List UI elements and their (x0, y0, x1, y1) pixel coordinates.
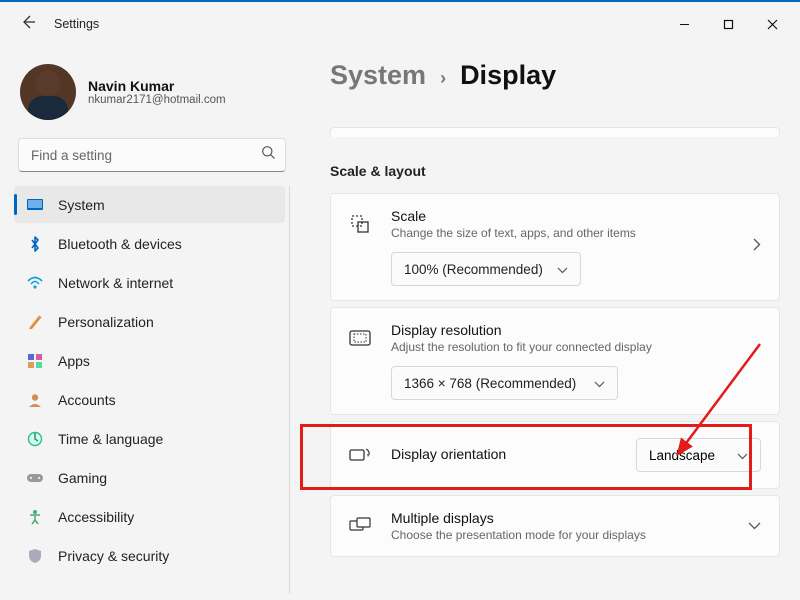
scale-title: Scale (391, 208, 761, 224)
nav-label: Accessibility (58, 509, 134, 525)
nav-label: Bluetooth & devices (58, 236, 182, 252)
user-name: Navin Kumar (88, 78, 226, 94)
network-icon (26, 274, 44, 292)
scale-icon (349, 214, 371, 234)
bluetooth-icon (26, 235, 44, 253)
accessibility-icon (26, 508, 44, 526)
chevron-down-icon (748, 517, 761, 535)
user-email: nkumar2171@hotmail.com (88, 94, 226, 106)
nav-label: Personalization (58, 314, 154, 330)
titlebar: Settings (0, 2, 800, 46)
avatar (20, 64, 76, 120)
time-language-icon (26, 430, 44, 448)
scale-card[interactable]: Scale Change the size of text, apps, and… (330, 193, 780, 301)
search-input[interactable] (18, 138, 286, 172)
prev-card-edge (330, 127, 780, 137)
chevron-down-icon (594, 376, 605, 391)
window-controls (662, 8, 794, 40)
multiple-subtitle: Choose the presentation mode for your di… (391, 528, 761, 542)
main-panel: System › Display Scale & layout Scale Ch… (300, 46, 800, 600)
accounts-icon (26, 391, 44, 409)
sidebar: Navin Kumar nkumar2171@hotmail.com Syste… (0, 46, 300, 600)
resolution-title: Display resolution (391, 322, 761, 338)
resolution-value: 1366 × 768 (Recommended) (404, 376, 576, 391)
nav-list: System Bluetooth & devices Network & int… (14, 186, 290, 594)
nav-label: Apps (58, 353, 90, 369)
nav-privacy[interactable]: Privacy & security (14, 537, 285, 574)
resolution-dropdown[interactable]: 1366 × 768 (Recommended) (391, 366, 618, 400)
orientation-value: Landscape (649, 448, 715, 463)
resolution-subtitle: Adjust the resolution to fit your connec… (391, 340, 761, 354)
multiple-displays-card[interactable]: Multiple displays Choose the presentatio… (330, 495, 780, 557)
privacy-icon (26, 547, 44, 565)
personalization-icon (26, 313, 44, 331)
nav-personalization[interactable]: Personalization (14, 303, 285, 340)
nav-accessibility[interactable]: Accessibility (14, 498, 285, 535)
chevron-down-icon (737, 448, 748, 463)
gaming-icon (26, 469, 44, 487)
scale-value: 100% (Recommended) (404, 262, 543, 277)
back-button[interactable] (20, 14, 36, 34)
breadcrumb-current: Display (460, 60, 556, 91)
nav-network[interactable]: Network & internet (14, 264, 285, 301)
minimize-button[interactable] (662, 8, 706, 40)
nav-accounts[interactable]: Accounts (14, 381, 285, 418)
chevron-right-icon (753, 238, 761, 256)
nav-label: Time & language (58, 431, 163, 447)
scale-dropdown[interactable]: 100% (Recommended) (391, 252, 581, 286)
nav-apps[interactable]: Apps (14, 342, 285, 379)
maximize-button[interactable] (706, 8, 750, 40)
nav-label: Privacy & security (58, 548, 169, 564)
resolution-card: Display resolution Adjust the resolution… (330, 307, 780, 415)
nav-system[interactable]: System (14, 186, 285, 223)
orientation-icon (349, 446, 371, 464)
search-icon (261, 145, 276, 165)
orientation-title: Display orientation (391, 446, 506, 462)
orientation-card: Display orientation Landscape (330, 421, 780, 489)
chevron-right-icon: › (440, 68, 446, 89)
system-icon (26, 196, 44, 214)
nav-label: System (58, 197, 105, 213)
nav-gaming[interactable]: Gaming (14, 459, 285, 496)
nav-label: Gaming (58, 470, 107, 486)
profile-block[interactable]: Navin Kumar nkumar2171@hotmail.com (14, 58, 290, 134)
section-title: Scale & layout (330, 163, 780, 179)
app-title: Settings (54, 17, 99, 31)
nav-bluetooth[interactable]: Bluetooth & devices (14, 225, 285, 262)
close-button[interactable] (750, 8, 794, 40)
nav-label: Network & internet (58, 275, 173, 291)
multiple-displays-icon (349, 517, 371, 535)
chevron-down-icon (557, 262, 568, 277)
nav-time-language[interactable]: Time & language (14, 420, 285, 457)
multiple-title: Multiple displays (391, 510, 761, 526)
resolution-icon (349, 330, 371, 346)
nav-label: Accounts (58, 392, 116, 408)
scale-subtitle: Change the size of text, apps, and other… (391, 226, 761, 240)
breadcrumb: System › Display (330, 60, 780, 91)
orientation-dropdown[interactable]: Landscape (636, 438, 761, 472)
apps-icon (26, 352, 44, 370)
breadcrumb-parent[interactable]: System (330, 60, 426, 91)
